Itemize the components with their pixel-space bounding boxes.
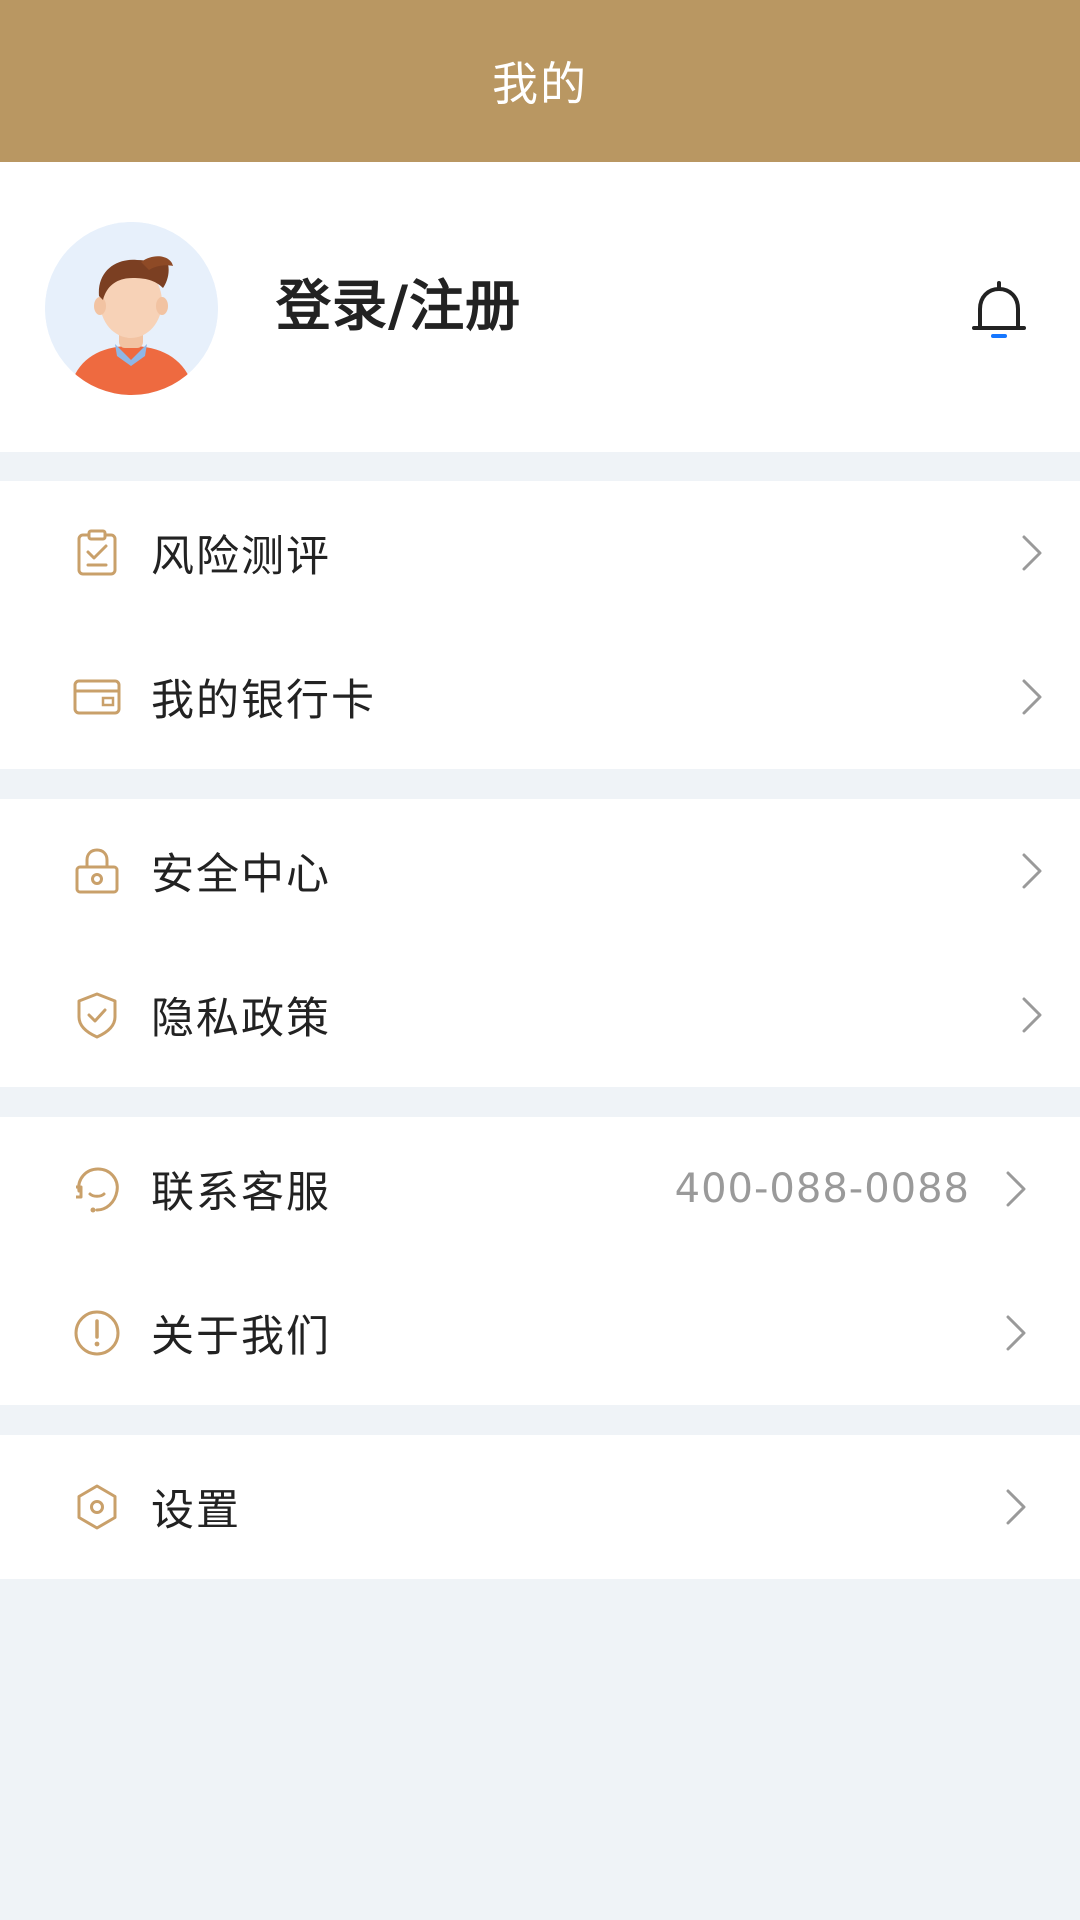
menu-item-security-center[interactable]: 安全中心 <box>0 799 1080 943</box>
chevron-right-icon <box>1022 997 1042 1033</box>
page-title: 我的 <box>492 57 588 111</box>
shield-check-icon <box>77 992 117 1039</box>
menu-group-account: 风险测评 我的银行卡 <box>0 481 1080 769</box>
headset-icon <box>76 1167 119 1213</box>
chevron-right-icon <box>1006 1171 1026 1207</box>
menu-group-security: 安全中心 隐私政策 <box>0 799 1080 1087</box>
menu-item-bank-card[interactable]: 我的银行卡 <box>0 625 1080 769</box>
top-bar: 我的 <box>0 0 1080 162</box>
menu-group-support: 联系客服 400-088-0088 关于我们 <box>0 1117 1080 1405</box>
menu-item-label: 风险测评 <box>151 532 331 582</box>
menu-item-label: 我的银行卡 <box>151 676 376 726</box>
chevron-right-icon <box>1022 535 1042 571</box>
card-icon <box>73 679 121 715</box>
menu-item-label: 隐私政策 <box>151 994 331 1044</box>
menu-item-label: 设置 <box>151 1486 241 1536</box>
chevron-right-icon <box>1022 679 1042 715</box>
info-icon <box>74 1310 120 1356</box>
hex-gear-icon <box>77 1484 117 1530</box>
menu-item-label: 关于我们 <box>151 1312 331 1362</box>
chevron-right-icon <box>1006 1489 1026 1525</box>
menu-item-about-us[interactable]: 关于我们 <box>0 1261 1080 1405</box>
user-avatar-icon[interactable] <box>45 222 218 395</box>
service-phone-number[interactable]: 400-088-0088 <box>675 1166 970 1212</box>
menu-item-settings[interactable]: 设置 <box>0 1435 1080 1579</box>
lock-icon <box>75 848 119 894</box>
menu-item-label: 联系客服 <box>151 1168 331 1218</box>
menu-group-settings: 设置 <box>0 1435 1080 1579</box>
bell-icon[interactable] <box>966 277 1032 343</box>
menu-item-privacy-policy[interactable]: 隐私政策 <box>0 943 1080 1087</box>
clipboard-check-icon <box>77 529 117 576</box>
menu-item-customer-service[interactable]: 联系客服 400-088-0088 <box>0 1117 1080 1261</box>
menu-item-risk-assessment[interactable]: 风险测评 <box>0 481 1080 625</box>
login-register-link[interactable]: 登录/注册 <box>276 273 521 339</box>
chevron-right-icon <box>1022 853 1042 889</box>
chevron-right-icon <box>1006 1315 1026 1351</box>
menu-item-label: 安全中心 <box>151 850 331 900</box>
profile-card[interactable]: 登录/注册 <box>0 162 1080 452</box>
